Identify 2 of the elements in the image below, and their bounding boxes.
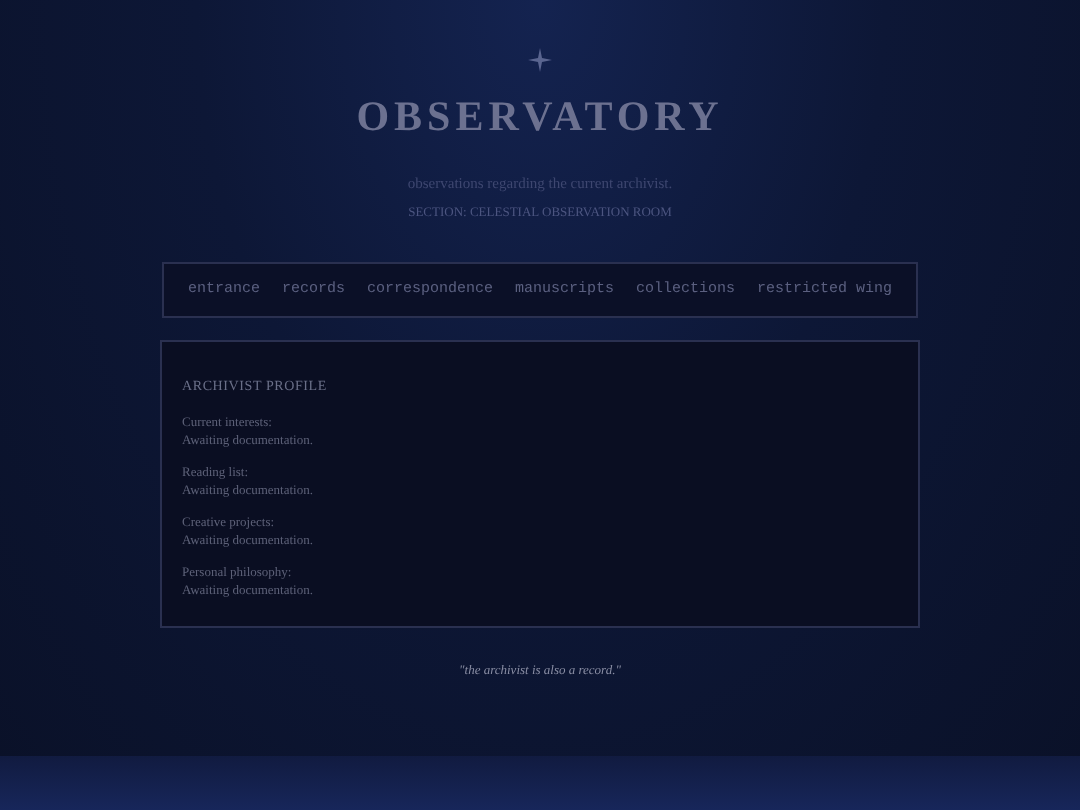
star-icon [528, 48, 552, 72]
site-title: OBSERVATORY [356, 92, 724, 142]
